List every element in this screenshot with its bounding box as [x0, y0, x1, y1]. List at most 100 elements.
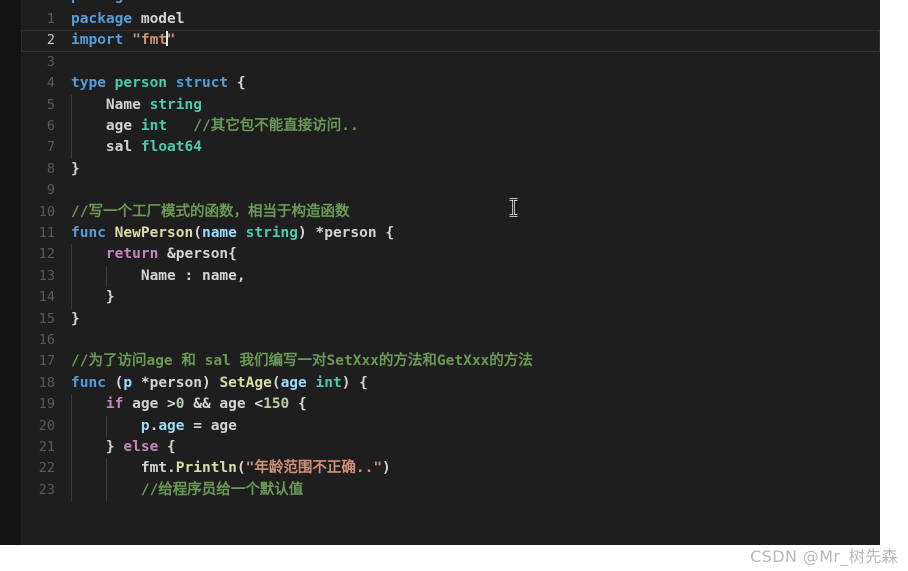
code-token: float64 [140, 139, 202, 156]
line-number: 14 [38, 289, 55, 306]
code-token: " [166, 32, 176, 49]
line-number: 7 [46, 139, 55, 156]
code-line[interactable]: 6 age int //其它包不能直接访问.. [21, 116, 880, 138]
code-token: else [123, 439, 159, 455]
line-number: 23 [38, 481, 55, 498]
code-line[interactable]: 22 fmt.Println("年龄范围不正确..") [21, 458, 880, 480]
line-number: 4 [46, 75, 55, 92]
code-token: { [376, 225, 395, 241]
line-number: 19 [38, 396, 55, 413]
code-line[interactable]: 19 if age >0 && age <150 { [21, 394, 880, 416]
code-line-text: func (p *person) SetAge(age int) { [71, 373, 368, 394]
code-token: if [105, 396, 124, 413]
code-line[interactable]: 5 Name string [21, 94, 880, 116]
code-line[interactable]: 12 return &person{ [21, 244, 880, 266]
code-token: age [158, 417, 185, 434]
code-line[interactable]: 15} [21, 309, 880, 330]
code-token: model [140, 11, 185, 27]
code-token: sal [105, 139, 133, 156]
code-token: Println [175, 460, 237, 477]
code-token: string [149, 96, 202, 113]
code-line-text: } else { [71, 437, 176, 458]
code-token: } [71, 310, 80, 327]
code-token: p [140, 417, 150, 434]
code-token: //给程序员给一个默认值 [140, 481, 304, 498]
code-token: fmt [140, 460, 168, 477]
code-line-text: } [71, 309, 80, 330]
code-editor-pane[interactable]: package model 1package model 2 import " fmt… [0, 0, 880, 545]
code-line[interactable]: 2 import "fmt" [21, 30, 880, 52]
code-line-text: fmt.Println("年龄范围不正确..") [71, 458, 391, 479]
code-line-text: //写一个工厂模式的函数，相当于构造函数 [71, 202, 349, 223]
code-token: person [324, 225, 377, 241]
code-line-text: age int //其它包不能直接访问.. [71, 116, 359, 137]
line-number: 10 [38, 203, 55, 220]
code-token: * [132, 374, 150, 391]
code-line[interactable]: 13 Name : name, [21, 265, 880, 288]
line-number: 9 [46, 182, 55, 199]
code-line[interactable]: 21 } else { [21, 437, 880, 459]
clipped-top-line: package model [21, 0, 880, 9]
code-line[interactable]: 14 } [21, 287, 880, 309]
line-number: 3 [46, 53, 55, 70]
line-number: 2 [46, 32, 55, 49]
code-line[interactable]: 3 [21, 52, 880, 73]
code-token: //为了访问age 和 sal 我们编写一对SetXxx的方法和GetXxx的方… [71, 353, 533, 370]
code-token: func [71, 374, 106, 391]
code-token: = age [184, 417, 237, 434]
code-token: "年龄范围不正确.." [245, 460, 383, 477]
line-number: 8 [46, 160, 55, 177]
code-token: ) [201, 374, 220, 391]
code-token: p [123, 374, 133, 391]
code-token: ) { [341, 374, 368, 391]
code-line-text: type person struct { [71, 73, 246, 94]
code-token: } [71, 439, 124, 455]
editor-left-margin-strip [0, 0, 21, 545]
code-line[interactable]: 10 //写一个工厂模式的函数，相当于构造函数 [21, 202, 880, 223]
code-line[interactable]: 20 p.age = age [21, 415, 880, 437]
code-line[interactable]: 9 [21, 180, 880, 201]
code-token: int [140, 118, 168, 134]
code-token: person [114, 75, 168, 92]
screenshot-root: package model 1package model 2 import " fmt… [0, 0, 908, 571]
code-line-text: } [71, 287, 115, 308]
code-line[interactable]: 11 func NewPerson(name string) *person { [21, 223, 880, 244]
line-number: 17 [38, 353, 55, 370]
code-token: import [71, 32, 124, 49]
code-line[interactable]: 8} [21, 159, 880, 180]
code-line[interactable]: 16 [21, 330, 880, 351]
code-token: : [175, 267, 202, 284]
code-line-text: if age >0 && age <150 { [71, 394, 307, 415]
code-token: age > [123, 396, 176, 413]
code-token: && age < [184, 396, 264, 413]
line-number: 16 [38, 332, 55, 348]
code-token: { [289, 396, 307, 413]
code-token: //写一个工厂模式的函数，相当于构造函数 [71, 203, 350, 220]
code-token: ( [193, 225, 202, 241]
code-line[interactable]: 17 //为了访问age 和 sal 我们编写一对SetXxx的方法和GetXxx… [21, 351, 880, 372]
code-token: Name [140, 267, 176, 284]
line-number: 11 [38, 225, 55, 241]
code-line-text: Name string [71, 95, 202, 116]
code-line[interactable]: 1 package model [21, 9, 880, 30]
code-content-area[interactable]: package model 1package model 2 import " fmt… [21, 0, 880, 545]
code-line[interactable]: 7 sal float64 [21, 137, 880, 159]
code-token: ) [382, 460, 391, 477]
code-line[interactable]: 4 type person struct { [21, 73, 880, 94]
code-line[interactable]: 18 func (p *person) SetAge(age int) { [21, 373, 880, 394]
code-line[interactable]: 23 //给程序员给一个默认值 [21, 479, 880, 502]
code-line-text: //给程序员给一个默认值 [71, 480, 303, 501]
line-number: 21 [38, 439, 55, 455]
code-token: age [105, 118, 133, 134]
line-number: 15 [38, 310, 55, 327]
